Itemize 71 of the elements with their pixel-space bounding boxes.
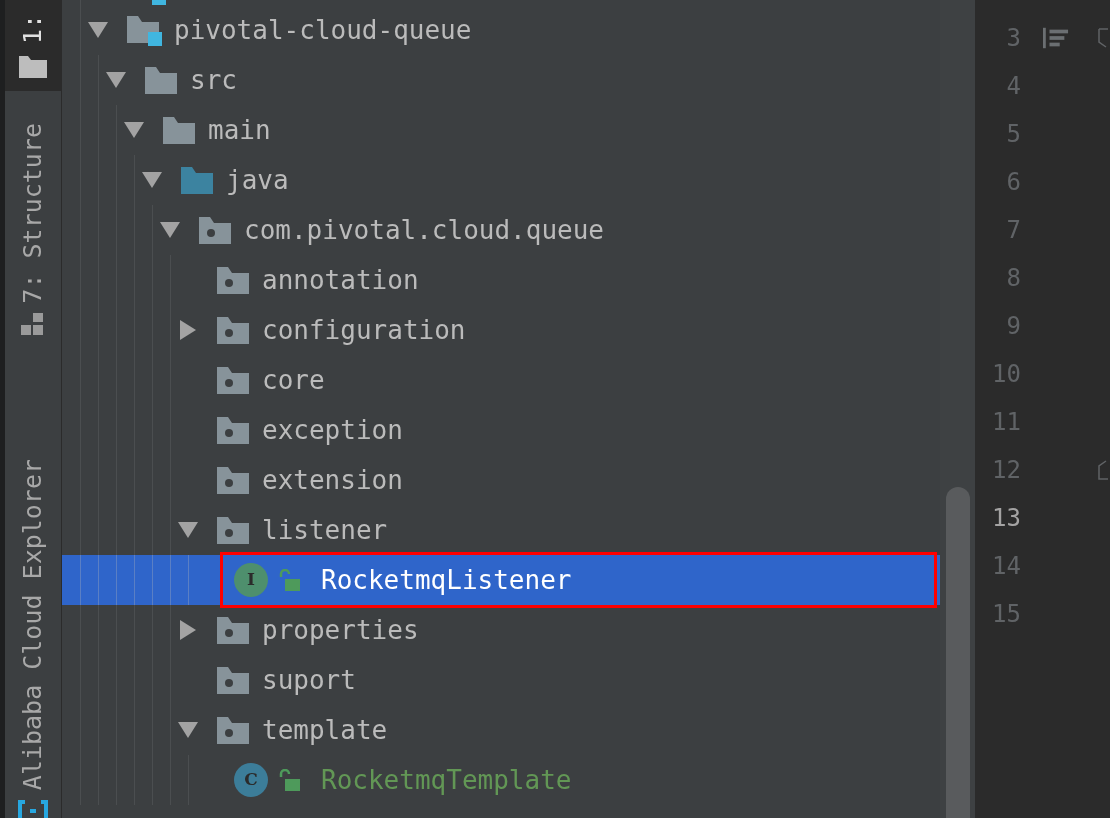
package-folder-icon [216, 366, 250, 394]
interface-icon: I [234, 563, 268, 597]
expanded-arrow-icon[interactable] [160, 222, 180, 238]
folder-name[interactable]: src [190, 60, 237, 100]
folder-name[interactable]: properties [262, 610, 419, 650]
folder-icon [180, 166, 214, 194]
package-folder-icon [216, 666, 250, 694]
open-lock-icon [279, 569, 301, 591]
structure-icon [21, 313, 45, 336]
package-folder-icon [216, 266, 250, 294]
folder-name[interactable]: pivotal-cloud-queue [174, 10, 472, 50]
folder-icon [162, 116, 196, 144]
folder-name[interactable]: listener [262, 510, 388, 550]
folder-name[interactable]: main [208, 110, 271, 150]
package-folder-icon [216, 316, 250, 344]
tool-window-tab[interactable]: 7: Structure [5, 90, 61, 389]
folder-name[interactable]: suport [262, 660, 356, 700]
folder-name[interactable]: template [262, 710, 388, 750]
scrollbar-thumb[interactable] [946, 487, 970, 818]
tool-window-tab[interactable]: 1: [5, 0, 61, 91]
folder-name[interactable]: java [226, 160, 289, 200]
collapsed-arrow-icon[interactable] [180, 620, 196, 640]
line-number: 13 [991, 503, 1021, 534]
line-number: 12 [991, 455, 1021, 486]
line-number: 6 [1005, 167, 1021, 198]
line-number: 8 [1005, 263, 1021, 294]
package-folder-icon [198, 216, 232, 244]
class-icon: C [234, 763, 268, 797]
folder-name[interactable]: configuration [262, 310, 466, 350]
selected-row[interactable]: I RocketmqListener [62, 555, 940, 605]
folder-name[interactable]: com.pivotal.cloud.queue [244, 210, 605, 250]
folder-name[interactable]: core [262, 360, 325, 400]
folder-name[interactable]: annotation [262, 260, 419, 300]
module-folder-icon [126, 13, 162, 47]
expanded-arrow-icon[interactable] [88, 22, 108, 38]
fold-icon[interactable] [1098, 28, 1108, 48]
line-number: 5 [1005, 119, 1021, 150]
folder-name[interactable]: extension [262, 460, 403, 500]
collapsed-arrow-icon[interactable] [180, 320, 196, 340]
open-lock-icon [279, 769, 301, 791]
fold-icon[interactable] [1098, 460, 1108, 480]
package-folder-icon [216, 466, 250, 494]
expanded-arrow-icon[interactable] [142, 172, 162, 188]
line-number: 14 [991, 551, 1021, 582]
folder-name[interactable]: exception [262, 410, 403, 450]
line-number: 7 [1005, 215, 1021, 246]
file-name[interactable]: RocketmqTemplate [321, 760, 572, 800]
module-icon [152, 0, 166, 5]
expanded-arrow-icon[interactable] [178, 722, 198, 738]
line-number: 9 [1005, 311, 1021, 342]
line-number: 4 [1005, 71, 1021, 102]
line-number: 10 [991, 359, 1021, 390]
line-number: 3 [1005, 23, 1021, 54]
folder-icon [144, 66, 178, 94]
expanded-arrow-icon[interactable] [106, 72, 126, 88]
line-number: 11 [991, 407, 1021, 438]
tool-window-tab[interactable]: Alibaba Cloud Explorer [5, 388, 61, 818]
structure-lines-icon[interactable] [1043, 27, 1069, 49]
folder-icon [19, 56, 47, 79]
package-folder-icon [216, 616, 250, 644]
expanded-arrow-icon[interactable] [124, 122, 144, 138]
tab-label: 1: [17, 14, 49, 45]
expanded-arrow-icon[interactable] [178, 522, 198, 538]
package-folder-icon [216, 516, 250, 544]
package-folder-icon [216, 716, 250, 744]
file-name[interactable]: RocketmqListener [321, 560, 572, 600]
line-number: 15 [991, 599, 1021, 630]
tab-label: 7: Structure [17, 122, 49, 304]
tab-label: Alibaba Cloud Explorer [17, 458, 49, 790]
cloud-bracket-icon [17, 800, 49, 818]
package-folder-icon [216, 416, 250, 444]
